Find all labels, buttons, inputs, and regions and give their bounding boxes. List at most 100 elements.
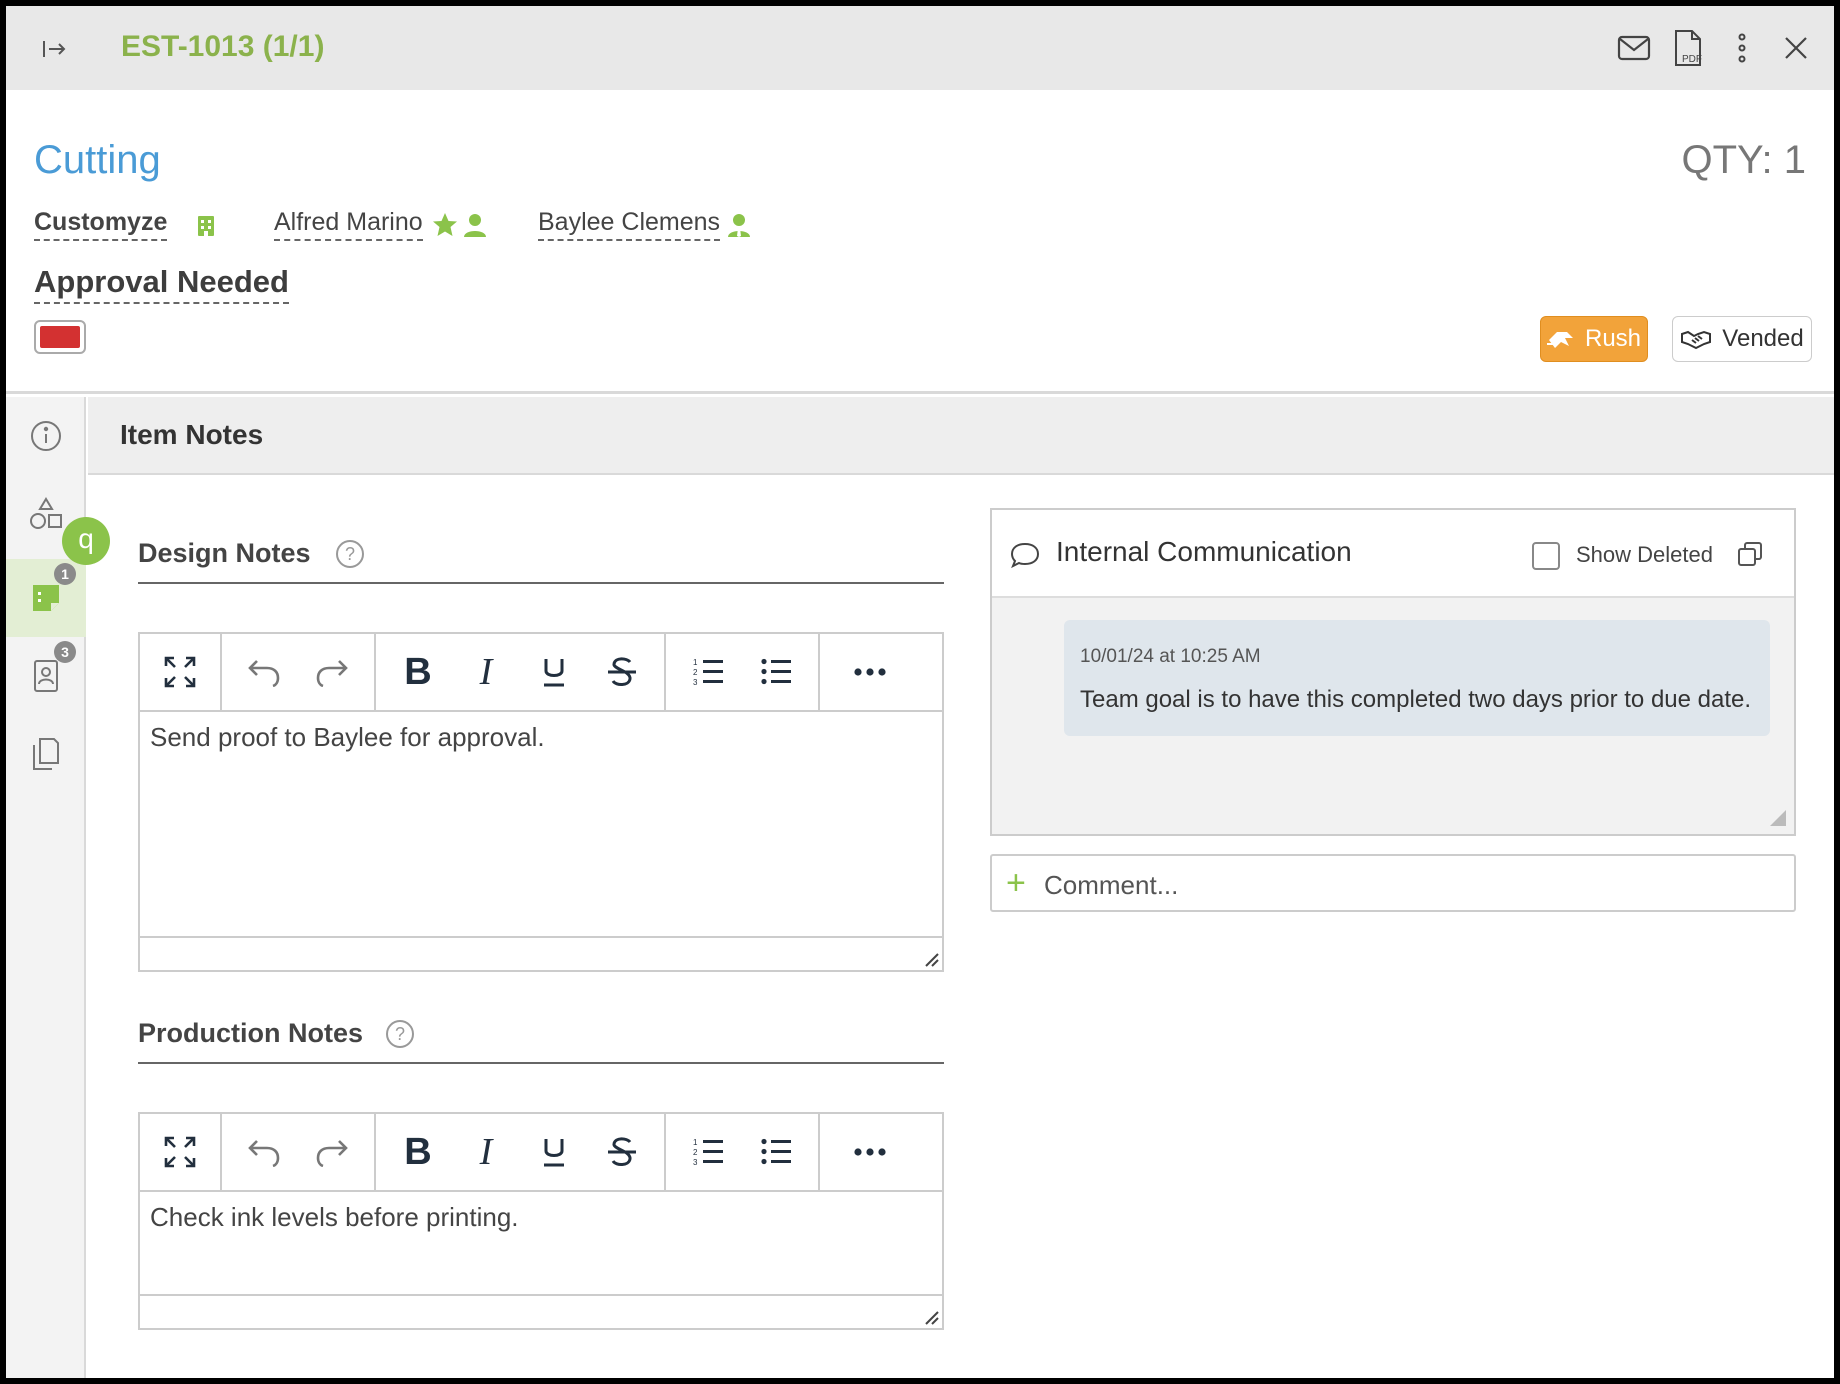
fullscreen-button[interactable] [150, 642, 210, 702]
toolbar-group-view [140, 634, 222, 710]
company-link[interactable]: Customyze [34, 208, 168, 241]
svg-text:2: 2 [693, 1148, 698, 1157]
bold-button[interactable]: B [388, 1122, 448, 1182]
fullscreen-button[interactable] [150, 1122, 210, 1182]
help-icon[interactable]: ? [336, 540, 364, 568]
pdf-icon[interactable]: PDF [1668, 28, 1708, 68]
rail-item-documents[interactable] [6, 715, 86, 793]
fullscreen-icon [164, 1136, 196, 1168]
redo-button[interactable] [302, 642, 362, 702]
rush-button[interactable]: Rush [1540, 316, 1648, 362]
toolbar-group-history [222, 1114, 376, 1190]
documents-icon [33, 738, 59, 770]
item-detail-panel: EST-1013 (1/1) PDF Cutting QTY: 1 Custom… [6, 6, 1834, 1378]
handshake-icon [1681, 330, 1712, 350]
bullet-list-button[interactable] [746, 1122, 806, 1182]
production-notes-editor: B I 123 Check ink levels before printing… [138, 1112, 944, 1330]
toolbar-group-format: B I [376, 634, 666, 710]
comment-input[interactable]: + Comment... [990, 854, 1796, 912]
underline-button[interactable] [524, 642, 584, 702]
undo-button[interactable] [234, 1122, 294, 1182]
toolbar-group-history [222, 634, 376, 710]
more-horizontal-icon [854, 668, 886, 676]
contacts-badge: 3 [54, 641, 76, 663]
mail-icon[interactable] [1614, 28, 1654, 68]
numbered-list-icon: 123 [693, 658, 723, 687]
toolbar-group-format: B I [376, 1114, 666, 1190]
chat-bubble-icon [1010, 542, 1040, 569]
toolbar-group-more [820, 1114, 920, 1190]
bullet-list-icon [761, 1138, 791, 1165]
person-icon [464, 214, 486, 237]
vended-label: Vended [1722, 325, 1804, 352]
redo-icon [316, 1140, 348, 1167]
rail-item-info[interactable] [6, 397, 86, 475]
item-header: Cutting QTY: 1 Customyze Alfred Marino B… [6, 90, 1834, 394]
underline-button[interactable] [524, 1122, 584, 1182]
show-deleted-checkbox[interactable] [1532, 542, 1560, 570]
section-title: Item Notes [120, 419, 264, 450]
internal-communication-panel: Internal Communication Show Deleted 10/0… [990, 508, 1796, 836]
left-rail: q 1 3 [6, 397, 110, 1378]
color-swatch[interactable] [34, 320, 86, 354]
show-deleted-label[interactable]: Show Deleted [1576, 542, 1713, 568]
undo-button[interactable] [234, 642, 294, 702]
notes-badge: 1 [54, 563, 76, 585]
message-timestamp: 10/01/24 at 10:25 AM [1080, 646, 1261, 667]
rail-item-contacts[interactable]: 3 [6, 637, 86, 715]
message-text: Team goal is to have this completed two … [1080, 686, 1752, 713]
person-tie-icon [728, 214, 750, 237]
undo-icon [248, 660, 280, 687]
design-notes-divider [138, 582, 944, 584]
status-label[interactable]: Approval Needed [34, 264, 289, 304]
close-icon[interactable] [1776, 28, 1816, 68]
strikethrough-button[interactable] [592, 642, 652, 702]
numbered-list-button[interactable]: 123 [678, 642, 738, 702]
title-bar: EST-1013 (1/1) PDF [6, 6, 1834, 90]
panel-resize-grip[interactable] [1770, 810, 1786, 826]
communication-header: Internal Communication Show Deleted [992, 510, 1794, 598]
italic-button[interactable]: I [456, 1122, 516, 1182]
strikethrough-button[interactable] [592, 1122, 652, 1182]
resize-handle-icon[interactable] [922, 1308, 940, 1326]
redo-button[interactable] [302, 1122, 362, 1182]
user-avatar[interactable]: q [62, 517, 110, 565]
help-icon[interactable]: ? [386, 1020, 414, 1048]
more-horizontal-icon [854, 1148, 886, 1156]
resize-handle-icon[interactable] [922, 950, 940, 968]
numbered-list-button[interactable]: 123 [678, 1122, 738, 1182]
contact-secondary-link[interactable]: Baylee Clemens [538, 208, 721, 241]
toolbar-group-more [820, 634, 920, 710]
design-notes-editor: B I 123 Send proof to Baylee for approva… [138, 632, 944, 972]
strikethrough-icon [608, 657, 636, 686]
more-options-button[interactable] [840, 1122, 900, 1182]
rail-item-notes[interactable]: 1 [6, 559, 86, 637]
quantity: QTY: 1 [1681, 138, 1807, 182]
more-vertical-icon[interactable] [1722, 28, 1762, 68]
svg-text:1: 1 [693, 1138, 698, 1147]
section-header: Item Notes [88, 397, 1834, 475]
design-notes-content[interactable]: Send proof to Baylee for approval. [140, 712, 942, 763]
production-notes-label: Production Notes [138, 1018, 364, 1048]
svg-text:PDF: PDF [1682, 54, 1702, 65]
message-bubble: 10/01/24 at 10:25 AM Team goal is to hav… [1064, 620, 1770, 736]
toolbar-group-view [140, 1114, 222, 1190]
toolbar-group-lists: 123 [666, 634, 820, 710]
estimate-id: EST-1013 (1/1) [121, 30, 325, 63]
svg-text:3: 3 [693, 1158, 698, 1167]
bold-button[interactable]: B [388, 642, 448, 702]
comment-placeholder: Comment... [1044, 870, 1179, 900]
collapse-icon[interactable] [40, 34, 70, 64]
production-notes-content[interactable]: Check ink levels before printing. [140, 1192, 942, 1243]
contact-primary-link[interactable]: Alfred Marino [274, 208, 423, 241]
bullet-list-button[interactable] [746, 642, 806, 702]
vended-button[interactable]: Vended [1672, 316, 1812, 362]
italic-button[interactable]: I [456, 642, 516, 702]
popout-icon[interactable] [1736, 540, 1764, 568]
editor-statusbar [140, 936, 942, 970]
underline-icon [544, 1139, 564, 1167]
item-title[interactable]: Cutting [34, 138, 161, 183]
strikethrough-icon [608, 1137, 636, 1166]
star-icon [433, 213, 457, 236]
more-options-button[interactable] [840, 642, 900, 702]
